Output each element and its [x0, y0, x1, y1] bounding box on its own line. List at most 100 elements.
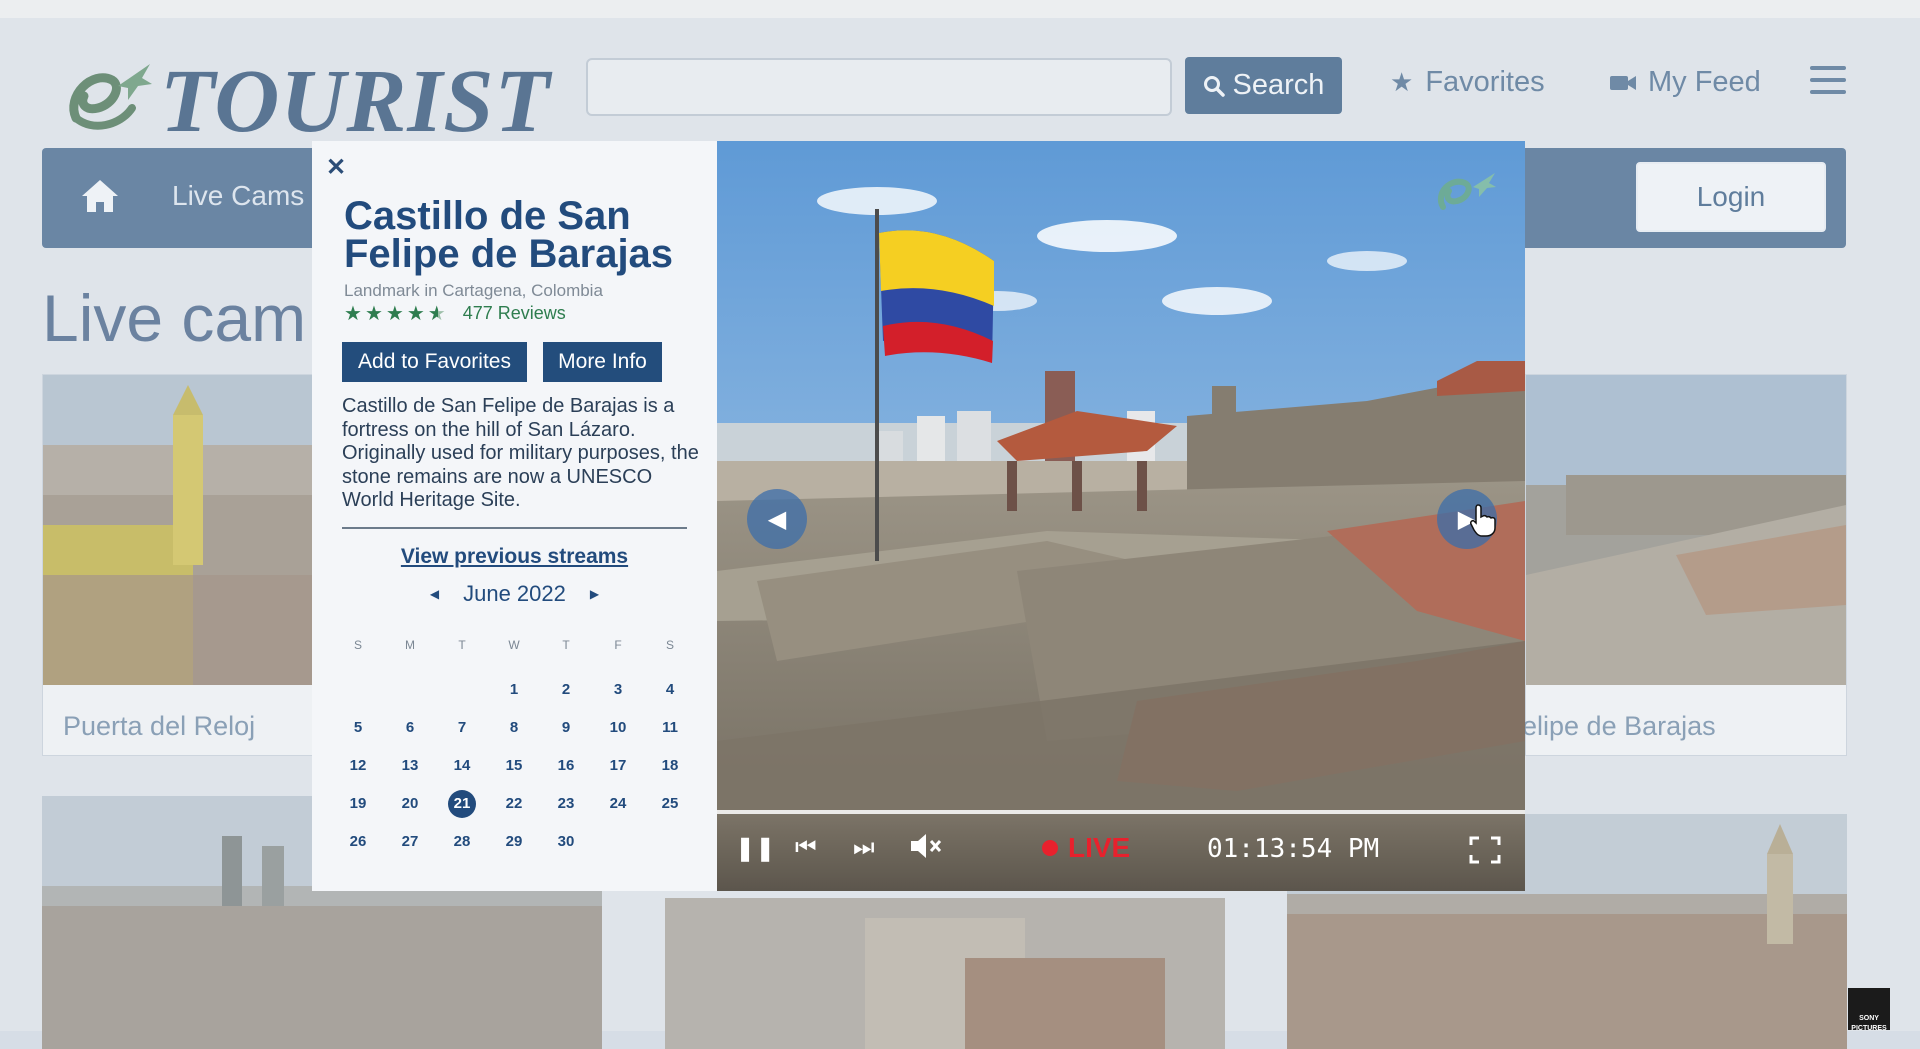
logo-text: TOURIST — [160, 52, 551, 151]
pause-icon[interactable]: ❚❚ — [735, 834, 775, 863]
sony-badge-text: SONY PICTURES — [1851, 1015, 1887, 1032]
cam-thumbnail-image — [665, 898, 1225, 1049]
divider — [342, 527, 687, 529]
calendar-day[interactable]: 30 — [540, 823, 592, 861]
star-icon: ★ — [385, 302, 404, 325]
calendar-day[interactable]: 23 — [540, 785, 592, 823]
calendar-day-selected[interactable]: 21 — [436, 785, 488, 823]
month-selector: ◀ June 2022 ▶ — [312, 581, 717, 607]
prev-month-icon[interactable]: ◀ — [430, 587, 439, 601]
calendar-empty-cell — [384, 671, 436, 709]
weekday-label: S — [665, 638, 674, 652]
skip-back-icon[interactable]: ⏮ — [795, 834, 817, 862]
stream-time: 01:13:54 PM — [1207, 834, 1380, 864]
calendar-day[interactable]: 10 — [592, 709, 644, 747]
half-star-icon: ★ — [427, 302, 446, 325]
calendar-day[interactable]: 27 — [384, 823, 436, 861]
landmark-subtitle: Landmark in Cartagena, Colombia — [344, 281, 603, 300]
weekday-label: M — [405, 638, 415, 652]
calendar-day[interactable]: 22 — [488, 785, 540, 823]
calendar-day[interactable]: 5 — [332, 709, 384, 747]
calendar: SMTWTFS 1 2 3 4 5 6 7 8 9 10 11 12 13 14 15 16 17 18 19 20 2… — [332, 633, 696, 861]
nav-live-cams[interactable]: Live Cams — [172, 180, 304, 212]
calendar-day[interactable]: 14 — [436, 747, 488, 785]
fullscreen-icon[interactable] — [1469, 836, 1501, 864]
login-button[interactable]: Login — [1636, 162, 1826, 232]
calendar-day[interactable]: 2 — [540, 671, 592, 709]
calendar-empty-cell — [644, 823, 696, 861]
calendar-day[interactable]: 29 — [488, 823, 540, 861]
calendar-day[interactable]: 4 — [644, 671, 696, 709]
calendar-day[interactable]: 13 — [384, 747, 436, 785]
home-icon[interactable] — [80, 178, 120, 214]
live-dot-icon — [1042, 840, 1058, 856]
logo-icon — [69, 64, 152, 130]
calendar-day[interactable]: 18 — [644, 747, 696, 785]
calendar-day[interactable]: 20 — [384, 785, 436, 823]
calendar-day[interactable]: 12 — [332, 747, 384, 785]
calendar-day[interactable]: 11 — [644, 709, 696, 747]
landmark-description: Castillo de San Felipe de Barajas is a f… — [342, 395, 699, 511]
my-feed-label: My Feed — [1648, 66, 1761, 98]
calendar-week-row: 1234 — [332, 671, 696, 709]
search-button-label: Search — [1232, 69, 1325, 101]
calendar-day[interactable]: 26 — [332, 823, 384, 861]
weekday-label: F — [614, 638, 622, 652]
calendar-week-row: 26 27 28 29 30 — [332, 823, 696, 861]
calendar-day[interactable]: 25 — [644, 785, 696, 823]
landmark-info-panel: ✕ Castillo de San Felipe de Barajas Land… — [312, 141, 717, 891]
calendar-day[interactable]: 17 — [592, 747, 644, 785]
search-button[interactable]: Search — [1185, 57, 1342, 114]
weekday-label: S — [353, 638, 362, 652]
weekday-label: W — [508, 638, 520, 652]
calendar-day[interactable]: 15 — [488, 747, 540, 785]
mute-icon[interactable] — [909, 832, 943, 860]
calendar-day[interactable]: 9 — [540, 709, 592, 747]
previous-camera-button[interactable]: ◀ — [747, 489, 807, 549]
live-label: LIVE — [1068, 832, 1131, 863]
page-title: Live cam — [42, 281, 307, 355]
calendar-day[interactable]: 24 — [592, 785, 644, 823]
watermark-logo-icon — [1438, 173, 1496, 210]
star-icon: ★ — [344, 302, 362, 325]
cam-card-label: elipe de Barajas — [1522, 711, 1716, 741]
live-indicator: LIVE — [1042, 832, 1130, 864]
weekday-label: T — [458, 638, 466, 652]
player-controls: ❚❚ ⏮ ⏭ LIVE 01:13:54 PM — [717, 814, 1525, 891]
close-icon[interactable]: ✕ — [326, 153, 346, 182]
calendar-day[interactable]: 7 — [436, 709, 488, 747]
next-month-icon[interactable]: ▶ — [590, 587, 599, 601]
calendar-day[interactable]: 8 — [488, 709, 540, 747]
cam-card-castillo[interactable]: elipe de Barajas — [1522, 374, 1847, 756]
live-video-player[interactable]: ◀ ▶ ❚❚ ⏮ ⏭ LIVE 01:13:54 PM — [717, 141, 1525, 891]
rating-row: ★ ★ ★ ★ ★ 477 Reviews — [344, 303, 566, 324]
star-icon: ★ — [1390, 67, 1414, 97]
cam-thumbnail-image — [43, 375, 313, 685]
calendar-grid: 1 2 3 4 5 6 7 8 9 10 11 12 13 14 15 16 17 18 19 20 21 22 23 24 2… — [332, 671, 696, 861]
cam-card-puerta-del-reloj[interactable]: Puerta del Reloj — [42, 374, 314, 756]
reviews-link[interactable]: 477 Reviews — [463, 303, 566, 324]
camera-icon — [1610, 75, 1636, 90]
more-info-button[interactable]: More Info — [543, 342, 662, 382]
skip-forward-icon[interactable]: ⏭ — [853, 834, 875, 862]
weekday-label: T — [562, 638, 570, 652]
my-feed-link[interactable]: My Feed — [1610, 66, 1761, 99]
video-frame-image — [717, 141, 1525, 891]
browser-top-strip — [0, 0, 1920, 18]
calendar-day[interactable]: 28 — [436, 823, 488, 861]
cam-thumbnail-image — [1526, 375, 1846, 685]
view-previous-streams-link[interactable]: View previous streams — [312, 545, 717, 569]
calendar-day[interactable]: 1 — [488, 671, 540, 709]
hamburger-menu-icon[interactable] — [1810, 66, 1846, 96]
selected-day-number: 21 — [448, 790, 476, 818]
calendar-day[interactable]: 3 — [592, 671, 644, 709]
calendar-day[interactable]: 19 — [332, 785, 384, 823]
favorites-link[interactable]: ★ Favorites — [1390, 66, 1545, 99]
search-input[interactable] — [586, 58, 1172, 116]
calendar-week-row: 12 13 14 15 16 17 18 — [332, 747, 696, 785]
add-to-favorites-button[interactable]: Add to Favorites — [342, 342, 527, 382]
calendar-day[interactable]: 16 — [540, 747, 592, 785]
star-icon: ★ — [406, 302, 425, 325]
calendar-day[interactable]: 6 — [384, 709, 436, 747]
cam-card-label: Puerta del Reloj — [63, 711, 256, 741]
